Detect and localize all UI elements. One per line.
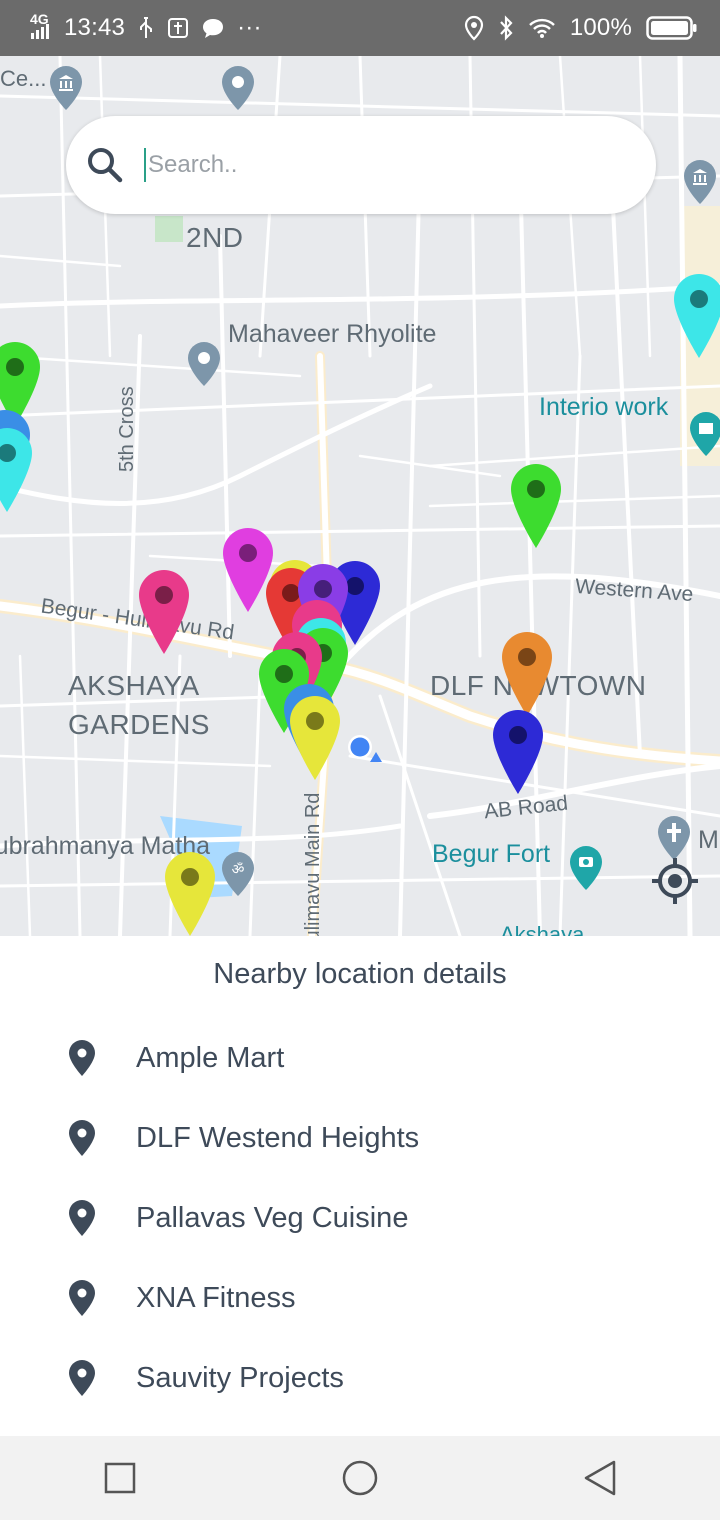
message-icon [203, 19, 224, 38]
map-label-5th-cross: 5th Cross [116, 386, 138, 472]
map-label-akshaya-bottom: Akshaya [500, 922, 585, 936]
poi-place-icon[interactable] [188, 342, 220, 386]
map-label-2nd: 2ND [186, 222, 244, 253]
map-label-top-left: Ce... [0, 66, 47, 91]
marker-green-icon[interactable] [511, 464, 561, 548]
location-pin-icon [69, 1120, 95, 1156]
location-name: Ample Mart [136, 1041, 285, 1074]
my-location-icon[interactable] [650, 856, 700, 906]
marker-cyan-icon[interactable] [0, 428, 32, 512]
poi-church-icon[interactable] [658, 816, 690, 860]
list-item[interactable]: Pallavas Veg Cuisine [0, 1178, 720, 1258]
nearby-sheet: Nearby location details Ample Mart DLF W… [0, 936, 720, 1436]
list-item[interactable]: DLF Westend Heights [0, 1098, 720, 1178]
list-item[interactable]: XNA Fitness [0, 1258, 720, 1338]
home-button[interactable] [330, 1448, 390, 1508]
map-view[interactable]: Ce... 2ND Mahaveer Rhyolite Interio work… [0, 56, 720, 936]
location-icon [464, 15, 483, 41]
circle-icon [342, 1460, 378, 1496]
map-label-interio: Interio work [539, 393, 669, 421]
search-icon[interactable] [84, 144, 126, 186]
system-nav-bar [0, 1436, 720, 1520]
location-name: DLF Westend Heights [136, 1121, 420, 1154]
square-icon [104, 1462, 136, 1494]
poi-fort-icon[interactable] [690, 412, 720, 456]
list-item[interactable]: Ample Mart [0, 1018, 720, 1098]
map-label-begur-fort: Begur Fort [432, 840, 551, 868]
wifi-icon [528, 18, 555, 38]
sheet-title: Nearby location details [213, 958, 507, 990]
location-name: Sauvity Projects [136, 1361, 344, 1394]
map-label-akshaya-gardens: AKSHAYA GARDENS [68, 670, 210, 740]
recents-button[interactable] [90, 1448, 150, 1508]
location-pin-icon [69, 1200, 95, 1236]
map-label-main-rd: Hulimavu Main Rd [302, 792, 324, 936]
marker-yellow-icon[interactable] [165, 852, 215, 936]
poi-museum-icon[interactable] [684, 160, 716, 204]
triangle-back-icon [584, 1460, 616, 1496]
poi-attraction-icon[interactable] [570, 846, 602, 890]
bluetooth-icon [499, 15, 513, 41]
usb-icon [140, 17, 153, 38]
usb-debug-icon [168, 18, 189, 38]
svg-text:ॐ: ॐ [232, 862, 245, 878]
poi-place-icon[interactable] [222, 66, 254, 110]
poi-temple-icon[interactable]: ॐ [222, 852, 254, 896]
location-pin-icon [69, 1280, 95, 1316]
search-bar[interactable] [66, 116, 656, 214]
back-button[interactable] [570, 1448, 630, 1508]
location-name: Pallavas Veg Cuisine [136, 1201, 409, 1234]
search-input[interactable] [144, 148, 630, 182]
clock: 13:43 [64, 14, 126, 41]
battery-percent: 100% [569, 14, 632, 41]
marker-yellow-icon[interactable] [290, 696, 340, 780]
marker-pink-icon[interactable] [139, 570, 189, 654]
nearby-list: Ample Mart DLF Westend Heights Pallavas … [0, 1018, 720, 1418]
poi-museum-icon[interactable] [50, 66, 82, 110]
location-name: XNA Fitness [136, 1281, 296, 1314]
signal-icon: 4G [30, 11, 52, 41]
map-label-m: M [698, 826, 719, 854]
list-item[interactable]: Sauvity Projects [0, 1338, 720, 1418]
more-notifications: ··· [237, 14, 262, 41]
battery-icon [646, 16, 697, 40]
marker-orange-icon[interactable] [502, 632, 552, 716]
marker-navy-icon[interactable] [493, 710, 543, 794]
marker-cyan-icon[interactable] [674, 274, 720, 358]
map-label-mahaveer: Mahaveer Rhyolite [228, 320, 437, 348]
location-pin-icon [69, 1360, 95, 1396]
location-pin-icon [69, 1040, 95, 1076]
current-location-icon [348, 735, 382, 762]
status-bar: 4G 13:43 ··· 100% [0, 0, 720, 56]
